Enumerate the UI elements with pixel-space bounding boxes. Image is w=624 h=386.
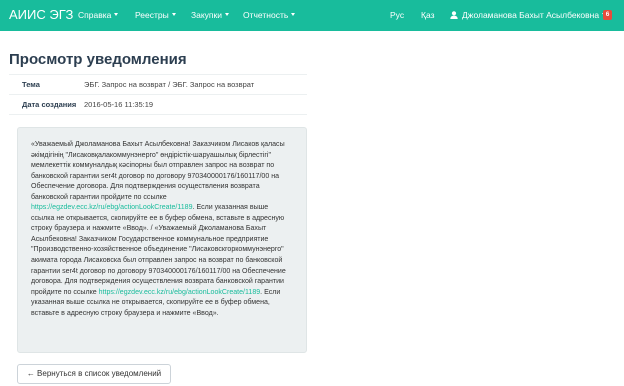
menu-zakupki[interactable]: Закупки (191, 10, 229, 20)
user-icon (450, 11, 458, 19)
chevron-down-icon (225, 13, 229, 16)
top-navbar: АИИС ЭГЗ Справка Реестры Закупки Отчетно… (0, 0, 624, 31)
created-value: 2016-05-16 11:35:19 (84, 94, 307, 115)
message-link-2[interactable]: https://egzdev.ecc.kz/ru/ebg/actionLookC… (99, 289, 261, 296)
chevron-down-icon (291, 13, 296, 16)
notification-badge[interactable]: 6 (603, 10, 612, 20)
message-link-1[interactable]: https://egzdev.ecc.kz/ru/ebg/actionLookC… (31, 204, 193, 211)
message-text-part-1: «Уважаемый Джоламанова Бахыт Асылбековна… (31, 141, 285, 201)
menu-reestry[interactable]: Реестры (135, 10, 176, 20)
menu-zakupki-label: Закупки (191, 10, 222, 20)
brand-logo[interactable]: АИИС ЭГЗ (9, 7, 73, 22)
user-menu[interactable]: Джоламанова Бахыт Асылбековна (450, 10, 607, 20)
menu-spravka[interactable]: Справка (78, 10, 119, 20)
chevron-down-icon (171, 13, 176, 16)
notification-message: «Уважаемый Джоламанова Бахыт Асылбековна… (17, 127, 307, 353)
message-text-part-2: . Если указанная выше ссылка не открывае… (31, 204, 286, 296)
lang-kz-link[interactable]: Қаз (421, 10, 434, 20)
notification-details-table: Тема ЭБГ. Запрос на возврат / ЭБГ. Запро… (9, 74, 307, 115)
table-row: Тема ЭБГ. Запрос на возврат / ЭБГ. Запро… (9, 74, 307, 95)
user-name: Джоламанова Бахыт Асылбековна (462, 10, 600, 20)
table-row: Дата создания 2016-05-16 11:35:19 (9, 94, 307, 115)
back-to-list-button[interactable]: ← Вернуться в список уведомлений (17, 364, 171, 384)
menu-spravka-label: Справка (78, 10, 112, 20)
menu-otchetnost[interactable]: Отчетность (243, 10, 296, 20)
menu-reestry-label: Реестры (135, 10, 169, 20)
chevron-down-icon (114, 13, 119, 16)
created-label: Дата создания (9, 94, 84, 115)
topic-value: ЭБГ. Запрос на возврат / ЭБГ. Запрос на … (84, 74, 307, 95)
menu-otchetnost-label: Отчетность (243, 10, 289, 20)
topic-label: Тема (9, 74, 84, 95)
lang-ru-link[interactable]: Рус (390, 10, 404, 20)
page-title: Просмотр уведомления (9, 51, 187, 68)
